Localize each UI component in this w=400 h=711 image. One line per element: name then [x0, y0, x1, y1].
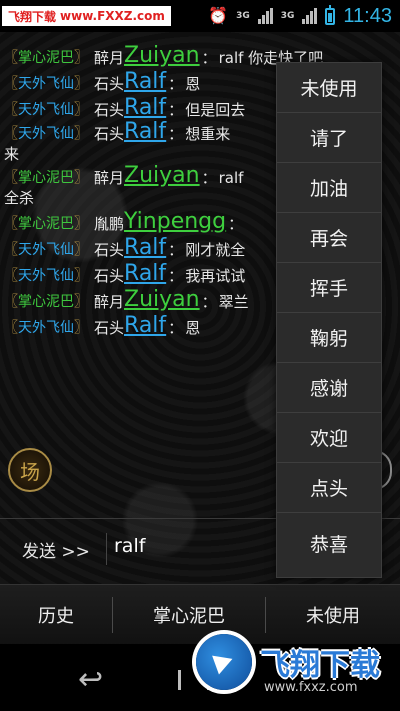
message-text: 但是回去 — [185, 101, 246, 119]
group-tag: 〖掌心泥巴〗 — [4, 170, 88, 186]
scene-badge-label: 场 — [20, 459, 40, 484]
message-input[interactable]: ralf — [114, 535, 145, 557]
emote-popup-menu: 未使用 请了 加油 再会 挥手 鞠躬 感谢 欢迎 点头 恭喜 — [276, 62, 382, 578]
battery-icon — [325, 4, 336, 25]
nickname: 醉月 — [94, 293, 125, 311]
menu-item-goodbye[interactable]: 再会 — [277, 213, 381, 263]
back-icon[interactable]: ↩ — [78, 662, 103, 697]
brand-watermark: 飞翔下载 www.fxxz.com — [190, 632, 400, 711]
group-tag: 〖掌心泥巴〗 — [4, 216, 88, 232]
network-type-1: 3G — [236, 10, 250, 21]
user-link[interactable]: Ralf — [124, 70, 166, 94]
nickname: 胤鹏 — [94, 215, 125, 233]
nickname: 石头 — [94, 319, 125, 337]
group-tag: 〖天外飞仙〗 — [4, 242, 88, 258]
nickname: 醉月 — [94, 169, 125, 187]
menu-item-thanks[interactable]: 感谢 — [277, 363, 381, 413]
user-link[interactable]: Zuiyan — [124, 44, 200, 68]
clock: 11:43 — [343, 4, 392, 27]
group-tag: 〖天外飞仙〗 — [4, 126, 88, 142]
menu-item-wave[interactable]: 挥手 — [277, 263, 381, 313]
watermark-url: www.FXXZ.com — [60, 9, 165, 23]
tab-history[interactable]: 历史 — [0, 585, 112, 645]
group-tag: 〖天外飞仙〗 — [4, 268, 88, 284]
message-text: 我再试试 — [185, 267, 246, 285]
nickname: 石头 — [94, 101, 125, 119]
user-link[interactable]: Ralf — [124, 262, 166, 286]
menu-item-welcome[interactable]: 欢迎 — [277, 413, 381, 463]
nickname: 石头 — [94, 125, 125, 143]
status-bar: 飞翔下载 www.FXXZ.com ⏰ 3G 3G 11:43 — [0, 0, 400, 32]
signal-bars-icon-2 — [302, 8, 318, 24]
watermark-badge: 飞翔下载 www.FXXZ.com — [2, 6, 171, 26]
group-tag: 〖天外飞仙〗 — [4, 102, 88, 118]
input-divider — [106, 533, 107, 565]
menu-item-nod[interactable]: 点头 — [277, 463, 381, 513]
group-tag: 〖天外飞仙〗 — [4, 76, 88, 92]
alarm-icon: ⏰ — [208, 6, 229, 25]
menu-item-bow[interactable]: 鞠躬 — [277, 313, 381, 363]
nickname: 石头 — [94, 241, 125, 259]
user-link[interactable]: Zuiyan — [124, 164, 200, 188]
nickname: 石头 — [94, 267, 125, 285]
nickname: 石头 — [94, 75, 125, 93]
scene-button[interactable]: 场 — [8, 448, 52, 492]
user-link[interactable]: Ralf — [124, 96, 166, 120]
message-text: 想重来 — [185, 125, 231, 143]
signal-bars-icon-1 — [257, 8, 273, 24]
user-link[interactable]: Ralf — [124, 120, 166, 144]
user-link[interactable]: Yinpengg — [124, 210, 226, 234]
message-text: ralf — [218, 169, 244, 187]
user-link[interactable]: Ralf — [124, 314, 166, 338]
watermark-text: 飞翔下载 — [8, 9, 57, 24]
message-text: 刚才就全 — [185, 241, 246, 259]
group-tag: 〖天外飞仙〗 — [4, 320, 88, 336]
brand-name: 飞翔下载 — [260, 648, 380, 683]
menu-item-congrats[interactable]: 恭喜 — [277, 513, 381, 573]
group-tag: 〖掌心泥巴〗 — [4, 50, 88, 66]
message-text: 恩 — [185, 75, 201, 93]
brand-logo-icon — [196, 634, 252, 690]
message-text: 恩 — [185, 319, 201, 337]
menu-item-cheer[interactable]: 加油 — [277, 163, 381, 213]
send-button[interactable]: 发送 >> — [22, 537, 90, 562]
brand-url: www.fxxz.com — [264, 680, 358, 695]
menu-item-please[interactable]: 请了 — [277, 113, 381, 163]
status-icons: ⏰ 3G 3G 11:43 — [208, 0, 392, 32]
user-link[interactable]: Zuiyan — [124, 288, 200, 312]
group-tag: 〖掌心泥巴〗 — [4, 294, 88, 310]
menu-item-unused[interactable]: 未使用 — [277, 63, 381, 113]
network-type-2: 3G — [280, 10, 295, 21]
message-text: 翠兰 — [218, 293, 249, 311]
nickname: 醉月 — [94, 49, 125, 67]
user-link[interactable]: Ralf — [124, 236, 166, 260]
